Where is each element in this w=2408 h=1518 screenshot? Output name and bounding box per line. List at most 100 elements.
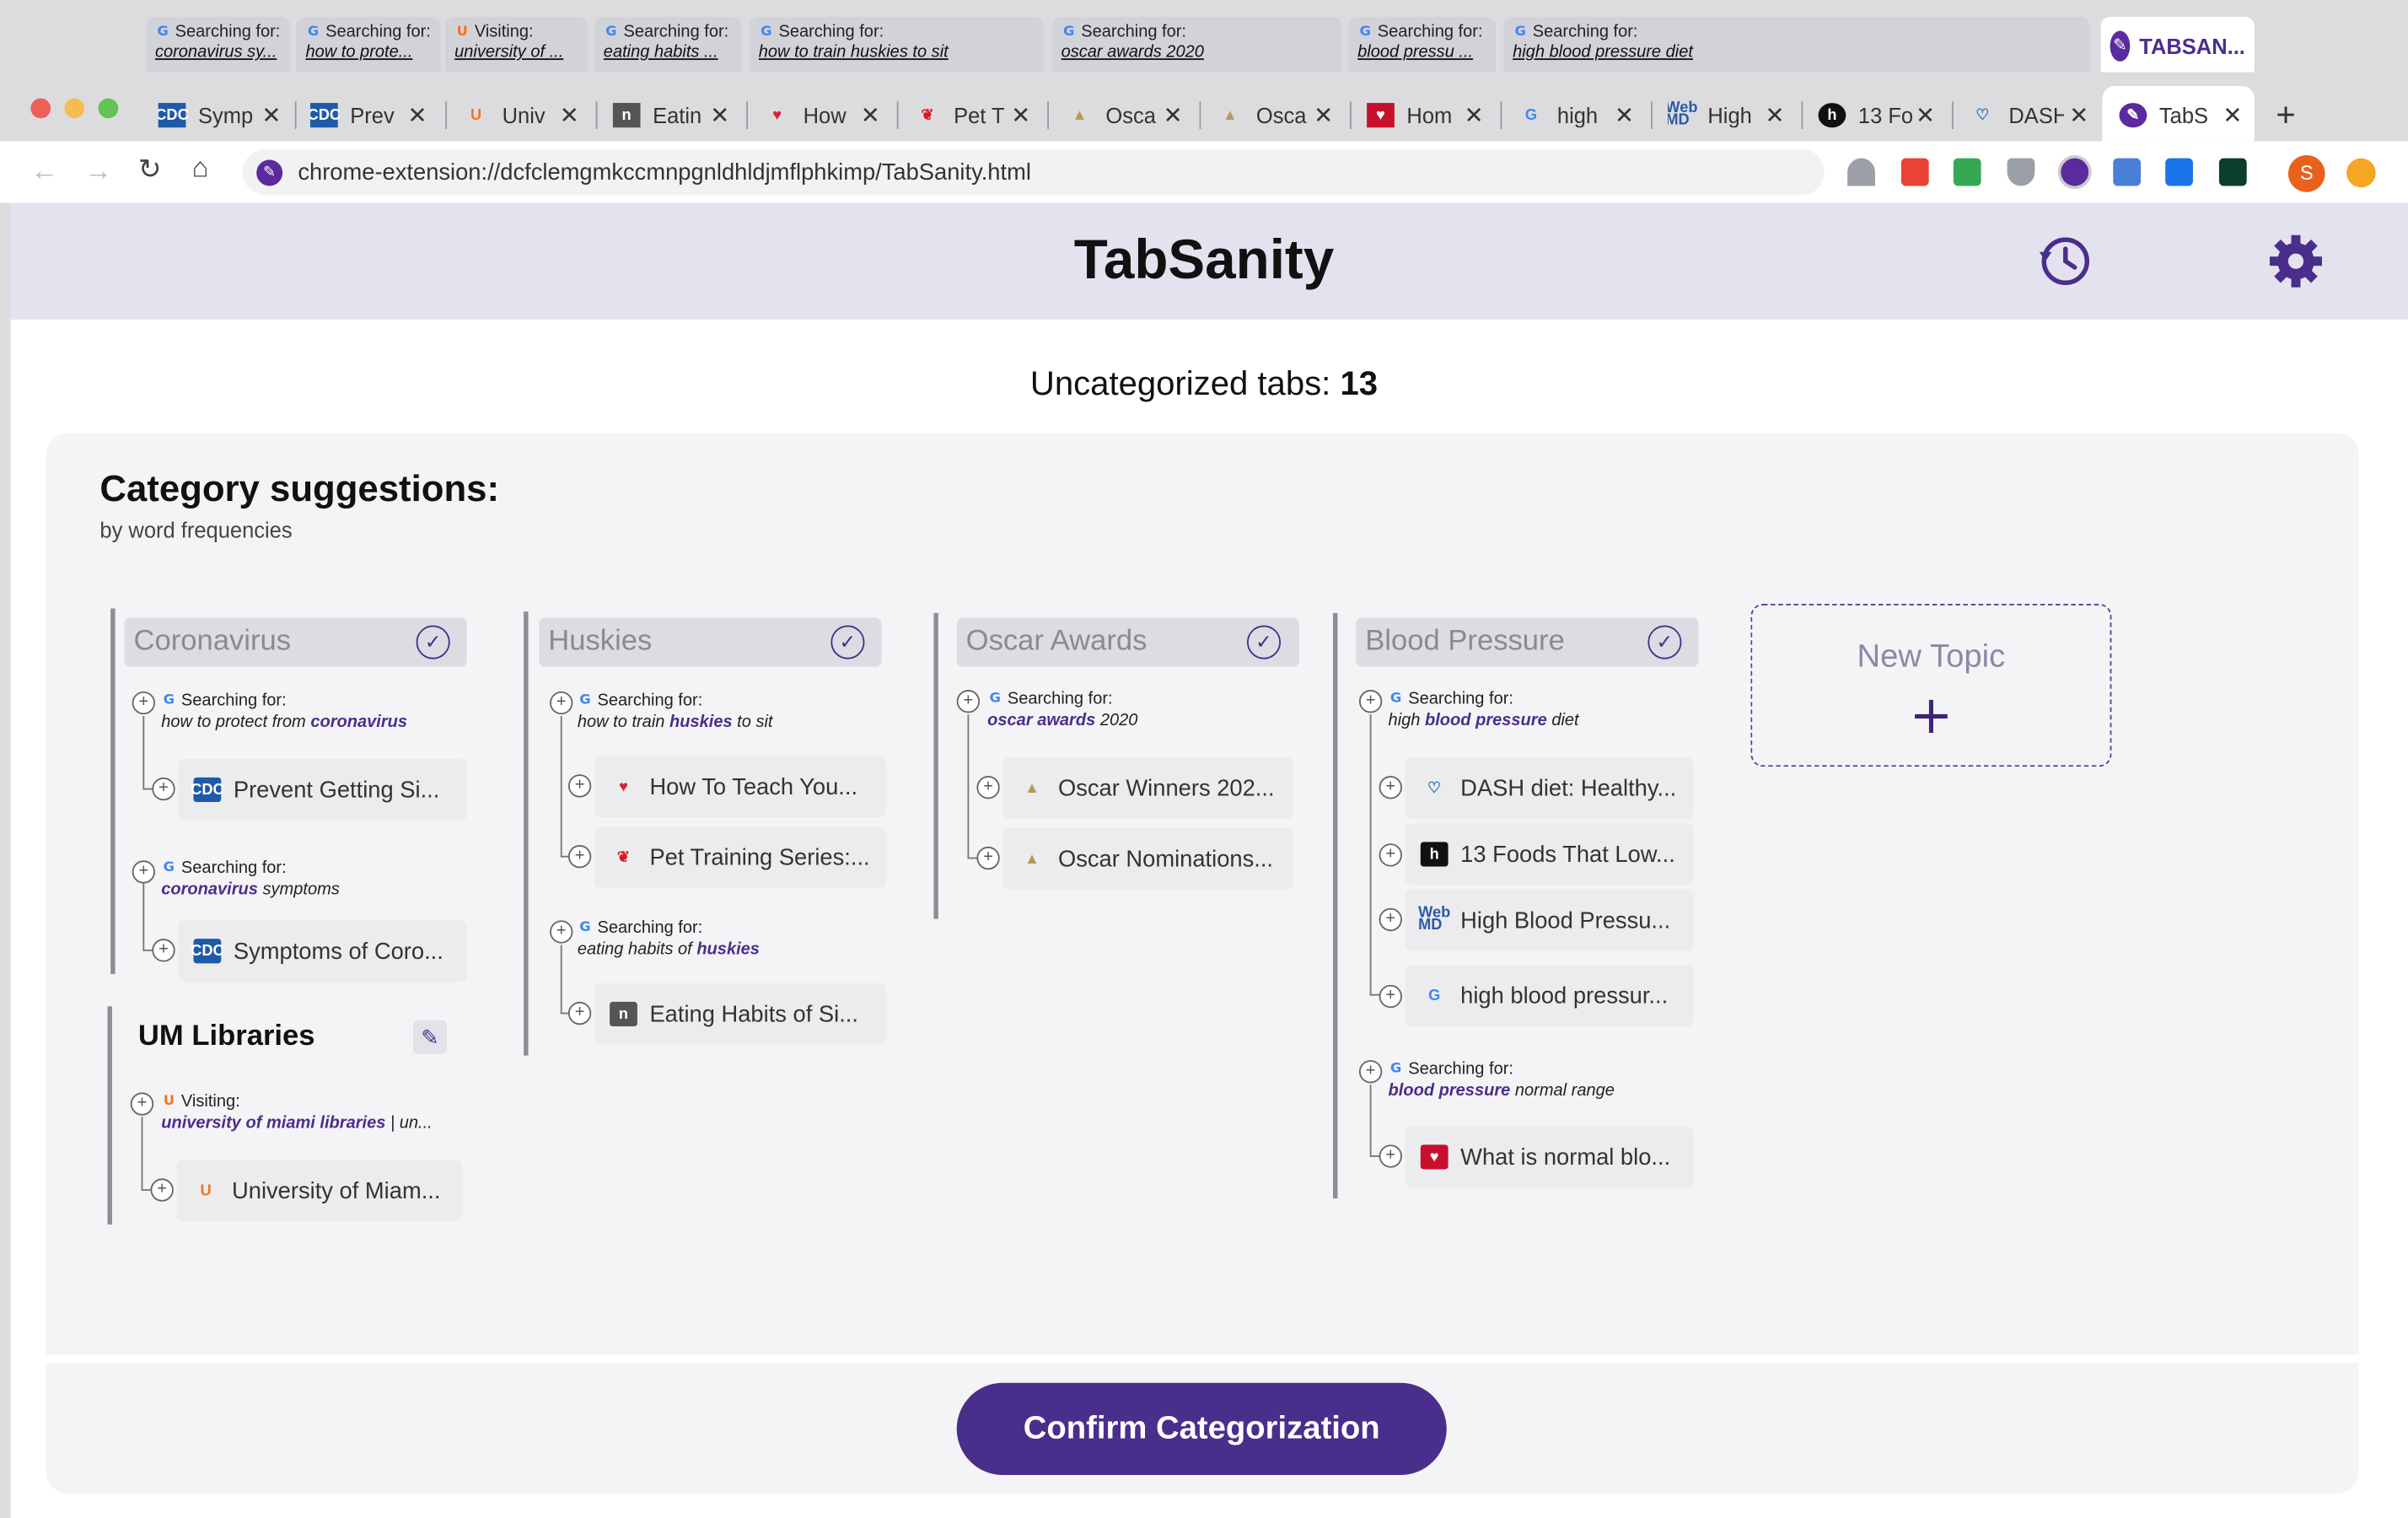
drag-handle-icon[interactable]: + xyxy=(976,776,1000,799)
translate-icon[interactable] xyxy=(2113,158,2142,186)
browser-tab[interactable]: ♥ How ✕ xyxy=(763,92,879,138)
close-tab-icon[interactable]: ✕ xyxy=(1314,101,1333,129)
tab-item[interactable]: Ghigh blood pressur... xyxy=(1405,965,1695,1027)
reload-icon[interactable]: ↻ xyxy=(138,153,161,186)
group-tab[interactable]: G Searching for: blood pressu ... xyxy=(1348,17,1497,73)
tab-item[interactable]: ♡ DASH diet: Healthy... xyxy=(1405,757,1695,820)
close-tab-icon[interactable]: ✕ xyxy=(710,101,729,129)
tab-item[interactable]: ♥ How To Teach You... xyxy=(594,756,886,818)
drag-handle-icon[interactable]: + xyxy=(1379,776,1402,799)
close-tab-icon[interactable]: ✕ xyxy=(407,101,427,129)
drag-handle-icon[interactable]: + xyxy=(550,691,573,715)
drag-handle-icon[interactable]: + xyxy=(1358,690,1383,713)
drag-handle-icon[interactable]: + xyxy=(152,939,175,962)
zoom-window-button[interactable] xyxy=(98,98,119,119)
close-tab-icon[interactable]: ✕ xyxy=(1766,101,1785,129)
group-tab[interactable]: G Searching for: eating habits ... xyxy=(594,17,742,73)
browser-tab[interactable]: ▲ Osca ✕ xyxy=(1217,92,1333,138)
drag-handle-icon[interactable]: + xyxy=(956,690,981,713)
close-tab-icon[interactable]: ✕ xyxy=(1465,101,1484,129)
close-tab-icon[interactable]: ✕ xyxy=(861,101,880,129)
browser-tab[interactable]: ♡ DASH ✕ xyxy=(1969,92,2088,138)
tab-item[interactable]: h 13 Foods That Low... xyxy=(1405,823,1695,886)
drag-handle-icon[interactable]: + xyxy=(1379,907,1402,932)
drag-handle-icon[interactable]: + xyxy=(1379,843,1402,867)
drag-handle-icon[interactable]: + xyxy=(567,1001,592,1025)
tab-item[interactable]: ❦ Pet Training Series:... xyxy=(594,826,886,889)
history-icon[interactable] xyxy=(2034,230,2096,299)
group-tab[interactable]: G Searching for: coronavirus sy... xyxy=(146,17,291,73)
drag-handle-icon[interactable]: + xyxy=(132,691,155,715)
browser-tab-active[interactable]: ✎ TabS ✕ xyxy=(2119,92,2242,138)
group-tab[interactable]: G Searching for: oscar awards 2020 xyxy=(1051,17,1342,73)
drag-handle-icon[interactable]: + xyxy=(152,777,175,801)
extension-icon[interactable] xyxy=(1900,158,1929,186)
drag-handle-icon[interactable]: + xyxy=(1358,1060,1383,1084)
drag-handle-icon[interactable]: + xyxy=(550,920,573,944)
home-icon[interactable]: ⌂ xyxy=(192,152,209,184)
close-tab-icon[interactable]: ✕ xyxy=(1615,101,1634,129)
browser-tab[interactable]: CDC Prev ✕ xyxy=(309,92,427,138)
dictionary-icon[interactable] xyxy=(2165,158,2193,186)
browser-tab[interactable]: CDC Symp ✕ xyxy=(158,92,281,138)
browser-tab[interactable]: Ghigh ✕ xyxy=(1518,92,1634,138)
tab-item[interactable]: n Eating Habits of Si... xyxy=(594,983,886,1045)
url-text[interactable]: chrome-extension://dcfclemgmkccmnpgnldhl… xyxy=(298,159,1031,186)
shield-icon[interactable] xyxy=(2007,158,2035,186)
browser-tab[interactable]: h 13 Fo ✕ xyxy=(1818,92,1935,138)
group-tab[interactable]: G Searching for: how to prote... xyxy=(296,17,441,73)
drag-handle-icon[interactable]: + xyxy=(1379,1144,1402,1168)
back-icon[interactable]: ← xyxy=(30,155,58,187)
tab-item[interactable]: ▲ Oscar Winners 202... xyxy=(1002,757,1293,820)
drag-handle-icon[interactable]: + xyxy=(567,845,592,869)
close-tab-icon[interactable]: ✕ xyxy=(2069,101,2088,129)
close-tab-icon[interactable]: ✕ xyxy=(560,101,579,129)
extension-dark-icon[interactable] xyxy=(2218,158,2247,186)
tab-item[interactable]: U University of Miam... xyxy=(176,1160,463,1222)
close-tab-icon[interactable]: ✕ xyxy=(261,101,281,129)
new-topic-button[interactable]: New Topic + xyxy=(1750,604,2112,767)
browser-tab[interactable]: ▲ Osca ✕ xyxy=(1066,92,1182,138)
browser-tab[interactable]: ❦ Pet T ✕ xyxy=(914,92,1030,138)
drive-icon[interactable] xyxy=(1847,158,1875,186)
tab-item[interactable]: CDC Prevent Getting Si... xyxy=(178,759,467,821)
tabsanity-extension-icon[interactable] xyxy=(2057,155,2092,190)
drag-handle-icon[interactable]: + xyxy=(150,1178,174,1202)
browser-tab[interactable]: U Univ ✕ xyxy=(462,92,579,138)
close-window-button[interactable] xyxy=(30,98,51,119)
group-tab[interactable]: G Searching for: high blood pressure diet xyxy=(1503,17,2090,73)
tab-item[interactable]: ▲ Oscar Nominations... xyxy=(1002,828,1293,890)
tab-item[interactable]: CDC Symptoms of Coro... xyxy=(178,920,467,982)
tab-item[interactable]: Web MD High Blood Pressu... xyxy=(1405,889,1695,951)
group-tab[interactable]: U Visiting: university of ... xyxy=(445,17,589,73)
close-tab-icon[interactable]: ✕ xyxy=(1011,101,1030,129)
close-tab-icon[interactable]: ✕ xyxy=(2223,101,2242,129)
drag-handle-icon[interactable]: + xyxy=(132,860,155,884)
edit-icon[interactable]: ✎ xyxy=(412,1020,448,1054)
browser-tab[interactable]: n Eatin ✕ xyxy=(612,92,729,138)
confirm-check-icon[interactable]: ✓ xyxy=(1647,625,1682,659)
browser-tab[interactable]: ♥ Hom ✕ xyxy=(1367,92,1483,138)
confirm-categorization-button[interactable]: Confirm Categorization xyxy=(956,1382,1447,1476)
profile-avatar[interactable]: S xyxy=(2287,155,2325,192)
gear-icon[interactable] xyxy=(2268,234,2324,297)
new-tab-button[interactable]: + xyxy=(2276,95,2295,135)
close-tab-icon[interactable]: ✕ xyxy=(1916,101,1935,129)
printer-icon[interactable] xyxy=(1953,158,1981,186)
drag-handle-icon[interactable]: + xyxy=(130,1092,154,1116)
update-icon[interactable] xyxy=(2346,158,2376,188)
group-tab[interactable]: G Searching for: how to train huskies to … xyxy=(749,17,1045,73)
drag-handle-icon[interactable]: + xyxy=(567,774,592,798)
confirm-check-icon[interactable]: ✓ xyxy=(416,625,450,659)
drag-handle-icon[interactable]: + xyxy=(976,846,1000,870)
minimize-window-button[interactable] xyxy=(64,98,85,119)
category-name-um-libraries[interactable]: UM Libraries xyxy=(138,1020,315,1054)
forward-icon[interactable]: → xyxy=(84,155,112,187)
close-tab-icon[interactable]: ✕ xyxy=(1164,101,1183,129)
group-tab-active[interactable]: ✎ TABSAN... xyxy=(2100,17,2255,73)
confirm-check-icon[interactable]: ✓ xyxy=(830,625,865,659)
drag-handle-icon[interactable]: + xyxy=(1379,984,1402,1009)
tab-item[interactable]: ♥ What is normal blo... xyxy=(1405,1126,1695,1188)
browser-tab[interactable]: Web MD High ✕ xyxy=(1668,92,1784,138)
confirm-check-icon[interactable]: ✓ xyxy=(1246,625,1282,659)
